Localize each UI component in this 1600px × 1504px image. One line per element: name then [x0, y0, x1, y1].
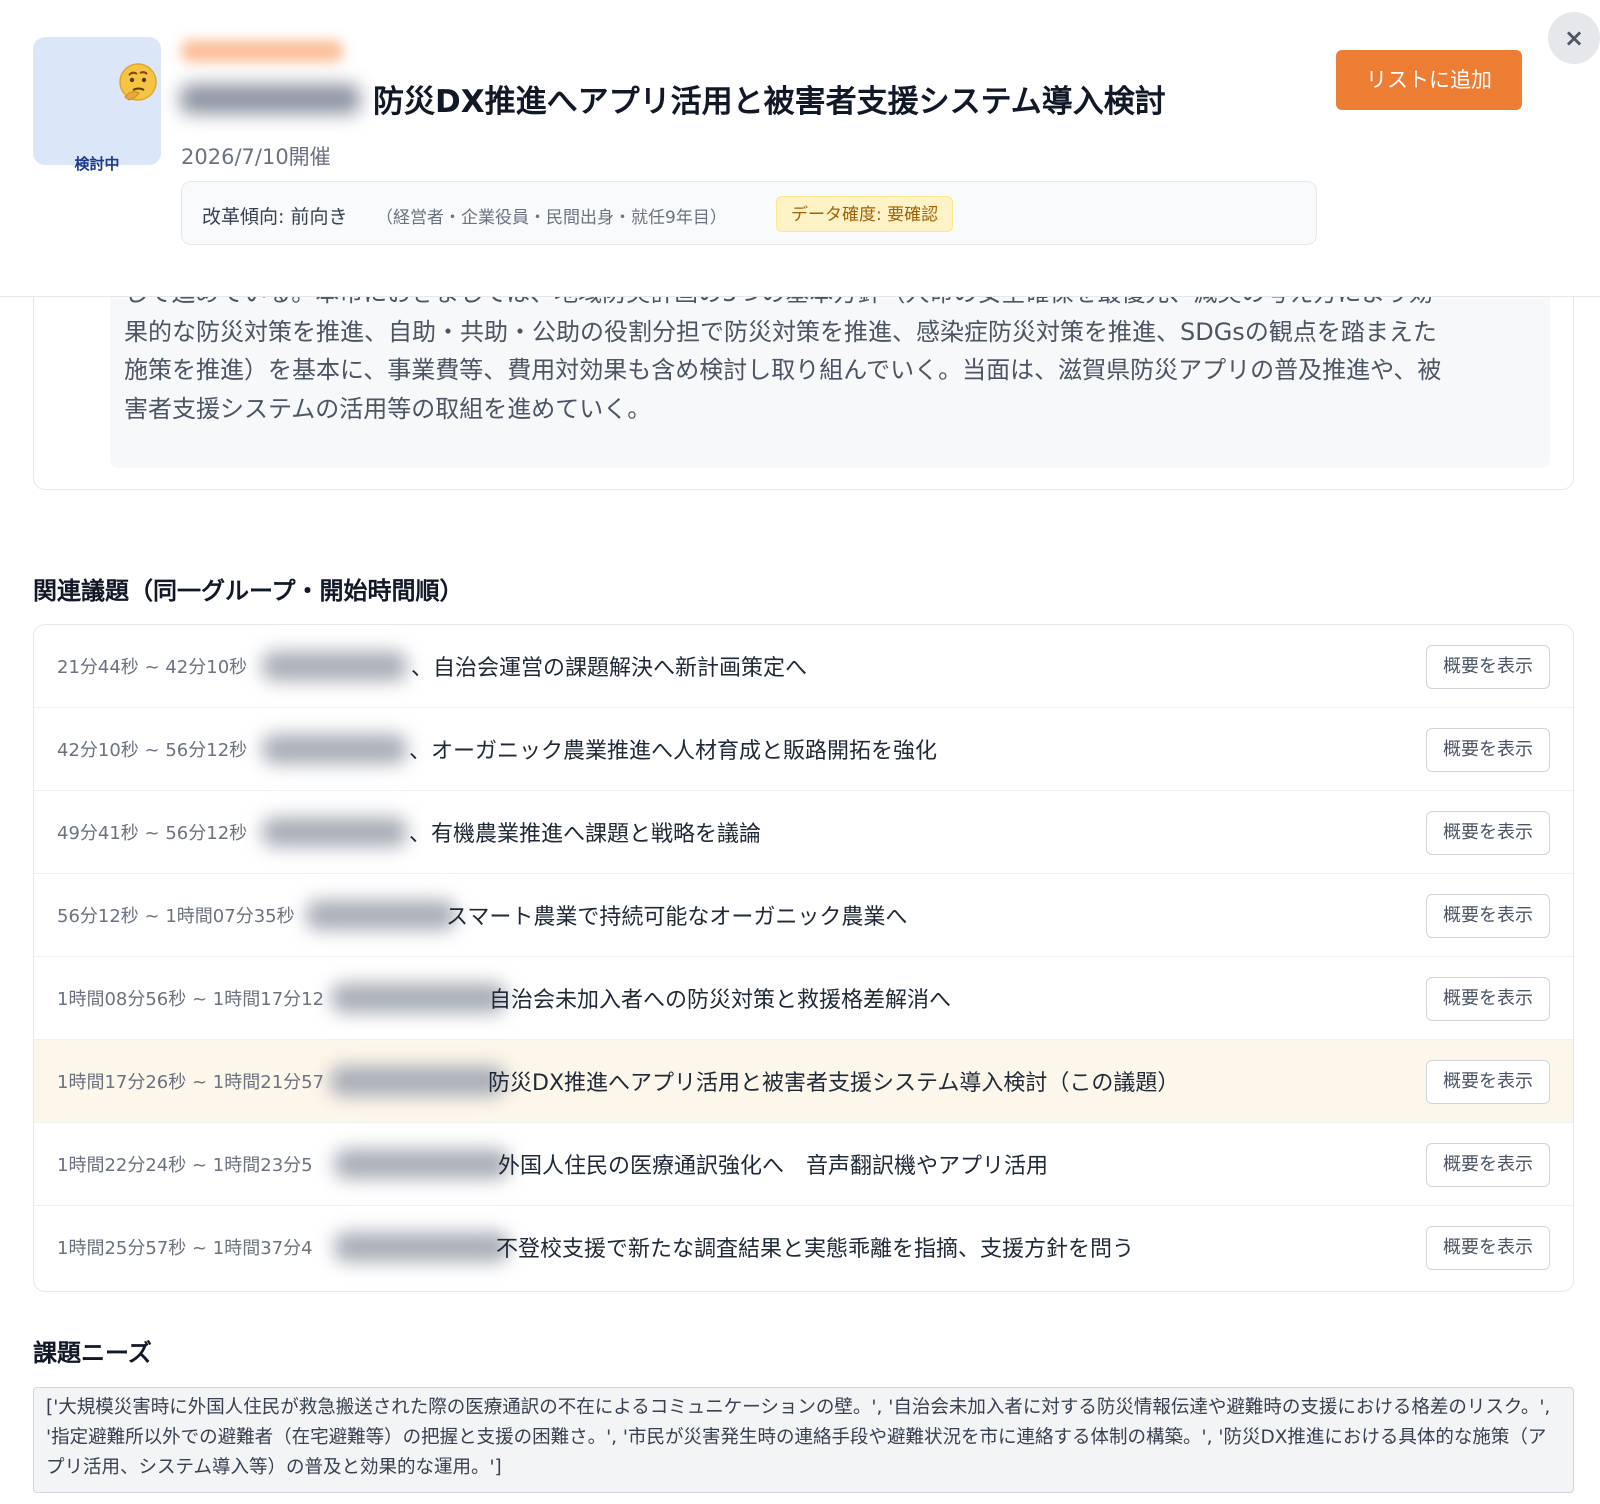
answer-line: 果的な防災対策を推進、自助・共助・公助の役割分担で防災対策を推進、感染症防災対策…: [124, 317, 1437, 346]
row-time: 49分41秒 ~ 56分12秒: [57, 823, 248, 844]
reform-label: 改革傾向: 前向き: [202, 206, 348, 228]
table-row[interactable]: 56分12秒 ~ 1時間07分35秒 スマート農業で持続可能なオーガニック農業へ…: [34, 874, 1573, 957]
row-time: 1時間25分57秒 ~ 1時間37分4: [57, 1238, 313, 1259]
reform-tendency-panel: 改革傾向: 前向き （経営者・企業役員・民間出身・就任9年目） データ確度: 要…: [181, 181, 1317, 245]
speaker-name-redacted: [334, 1232, 509, 1262]
table-row[interactable]: 1時間22分24秒 ~ 1時間23分5 外国人住民の医療通訳強化へ 音声翻訳機や…: [34, 1123, 1573, 1206]
row-title: 防災DX推進へアプリ活用と被害者支援システム導入検討（この議題）: [488, 1071, 1180, 1096]
status-badge: 検討中: [33, 37, 161, 173]
row-title: 、有機農業推進へ課題と戦略を議論: [409, 822, 762, 847]
speaker-name-redacted: [262, 651, 407, 681]
meeting-date: 2026/7/10開催: [181, 145, 331, 169]
show-summary-button[interactable]: 概要を表示: [1426, 1143, 1550, 1187]
show-summary-button[interactable]: 概要を表示: [1426, 977, 1550, 1021]
row-time: 1時間08分56秒 ~ 1時間17分12: [57, 989, 325, 1010]
related-topics-heading: 関連議題（同一グループ・開始時間順）: [33, 577, 464, 605]
show-summary-button[interactable]: 概要を表示: [1426, 1226, 1550, 1270]
row-title: 、オーガニック農業推進へ人材育成と販路開拓を強化: [409, 739, 938, 764]
speaker-name-redacted: [306, 900, 456, 930]
page-title: 防災DX推進へアプリ活用と被害者支援システム導入検討: [373, 84, 1166, 120]
meeting-name-redacted: [181, 40, 343, 62]
table-row[interactable]: 49分41秒 ~ 56分12秒 、有機農業推進へ課題と戦略を議論 概要を表示: [34, 791, 1573, 874]
speaker-name-redacted: [334, 1149, 509, 1179]
answer-line: 施策を推進）を基本に、事業費等、費用対効果も含め検討し取り組んでいく。当面は、滋…: [124, 356, 1442, 384]
table-row-current[interactable]: 1時間17分26秒 ~ 1時間21分57 防災DX推進へアプリ活用と被害者支援シ…: [34, 1040, 1573, 1123]
add-to-list-button[interactable]: リストに追加: [1336, 50, 1522, 110]
modal-header: 検討中 防災DX推進へアプリ活用と被害者支援システム導入検討 2026/7/10…: [0, 0, 1600, 297]
answer-line: 害者支援システムの活用等の取組を進めていく。: [124, 394, 652, 423]
show-summary-button[interactable]: 概要を表示: [1426, 1060, 1550, 1104]
row-title: 、自治会運営の課題解決へ新計画策定へ: [411, 656, 808, 681]
status-label: 検討中: [74, 155, 120, 173]
table-row[interactable]: 1時間08分56秒 ~ 1時間17分12 自治会未加入者への防災対策と救援格差解…: [34, 957, 1573, 1040]
row-title: 自治会未加入者への防災対策と救援格差解消へ: [489, 988, 952, 1013]
speaker-name-redacted: [330, 1066, 505, 1096]
row-time: 1時間22分24秒 ~ 1時間23分5: [57, 1155, 313, 1176]
row-time: 1時間17分26秒 ~ 1時間21分57: [57, 1072, 325, 1093]
close-icon[interactable]: ×: [1548, 12, 1600, 64]
needs-heading: 課題ニーズ: [33, 1339, 152, 1367]
row-time: 21分44秒 ~ 42分10秒: [57, 657, 248, 678]
show-summary-button[interactable]: 概要を表示: [1426, 728, 1550, 772]
needs-text: ['大規模災害時に外国人住民が救急搬送された際の医療通訳の不在によるコミュニケー…: [33, 1387, 1574, 1493]
row-title: スマート農業で持続可能なオーガニック農業へ: [446, 905, 908, 930]
show-summary-button[interactable]: 概要を表示: [1426, 894, 1550, 938]
answer-text: して進めている。本市におきましては、地域防災計画の5つの基本方針（人命の安全確保…: [110, 272, 1550, 468]
table-row[interactable]: 42分10秒 ~ 56分12秒 、オーガニック農業推進へ人材育成と販路開拓を強化…: [34, 708, 1573, 791]
row-title: 外国人住民の医療通訳強化へ 音声翻訳機やアプリ活用: [498, 1154, 1049, 1179]
speaker-name-redacted: [331, 983, 506, 1013]
reform-detail: （経営者・企業役員・民間出身・就任9年目）: [376, 208, 727, 228]
row-title: 不登校支援で新たな調査結果と実態乖離を指摘、支援方針を問う: [496, 1237, 1135, 1262]
speaker-name-redacted: [262, 734, 407, 764]
row-time: 42分10秒 ~ 56分12秒: [57, 740, 248, 761]
table-row[interactable]: 21分44秒 ~ 42分10秒 、自治会運営の課題解決へ新計画策定へ 概要を表示: [34, 625, 1573, 708]
show-summary-button[interactable]: 概要を表示: [1426, 645, 1550, 689]
related-topics-list: 21分44秒 ~ 42分10秒 、自治会運営の課題解決へ新計画策定へ 概要を表示…: [33, 624, 1574, 1292]
row-time: 56分12秒 ~ 1時間07分35秒: [57, 906, 295, 927]
speaker-name-redacted: [180, 84, 360, 114]
thinking-face-icon: [119, 63, 157, 101]
data-confidence-badge: データ確度: 要確認: [776, 196, 954, 232]
show-summary-button[interactable]: 概要を表示: [1426, 811, 1550, 855]
speaker-name-redacted: [262, 817, 407, 847]
table-row[interactable]: 1時間25分57秒 ~ 1時間37分4 不登校支援で新たな調査結果と実態乖離を指…: [34, 1206, 1573, 1289]
